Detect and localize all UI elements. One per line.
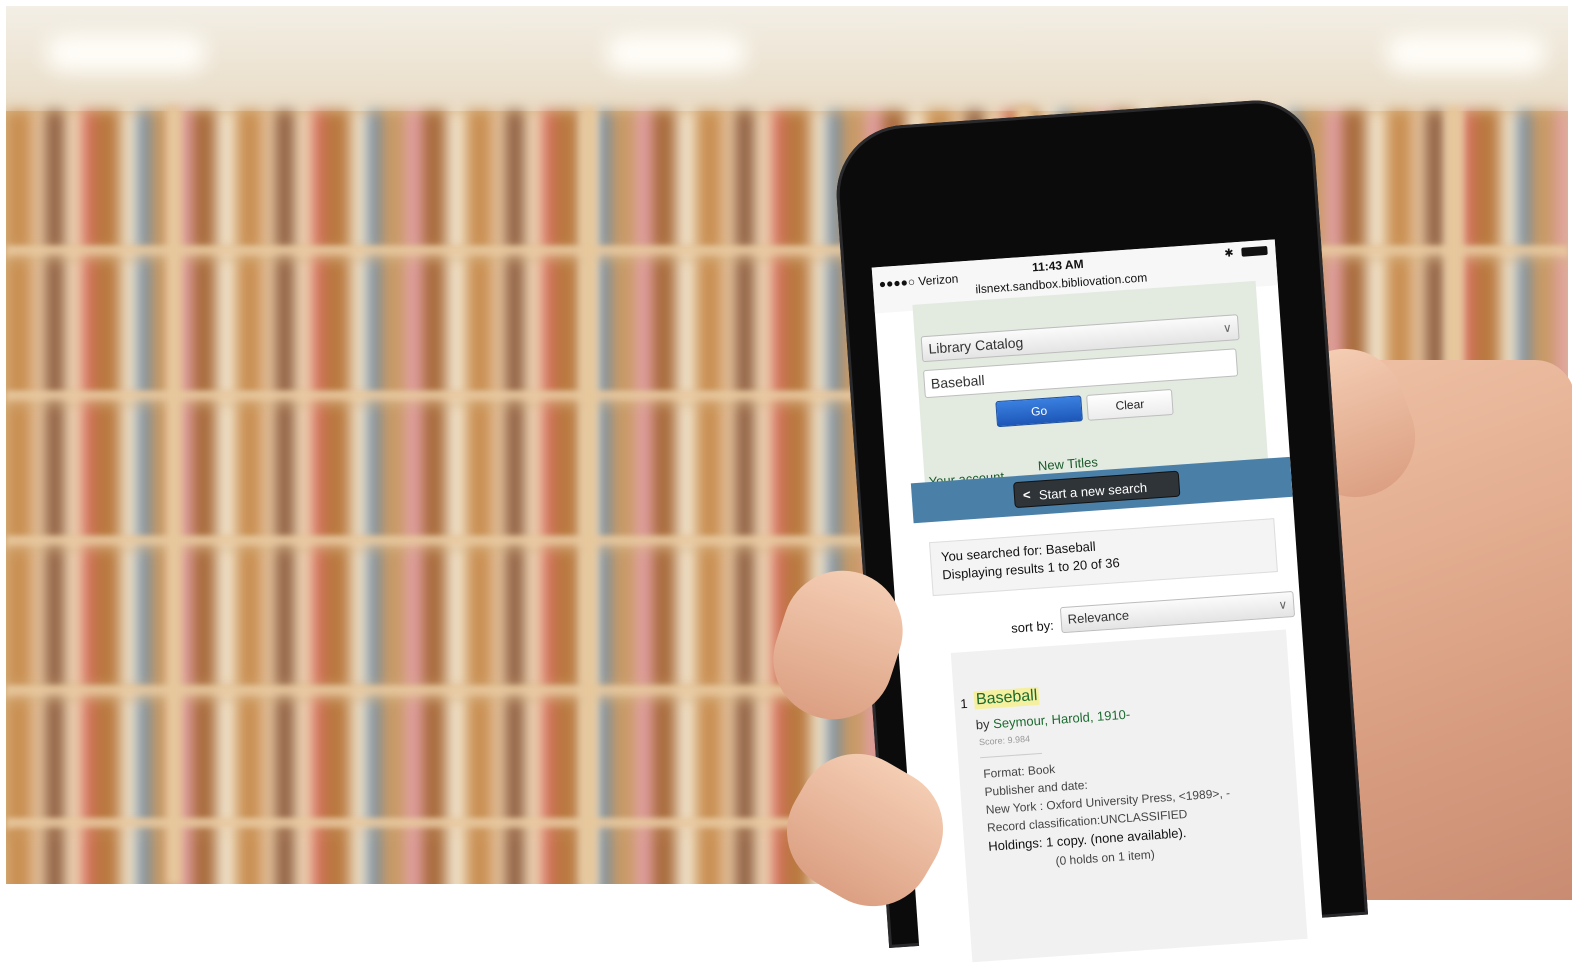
sort-select-value: Relevance: [1067, 607, 1130, 627]
catalog-select-value: Library Catalog: [927, 334, 1024, 357]
ceiling-light: [46, 34, 206, 72]
ceiling-light: [606, 34, 746, 72]
shelf-pillar: [166, 106, 182, 884]
sort-select[interactable]: Relevance ∨: [1059, 590, 1296, 634]
go-button[interactable]: Go: [995, 395, 1083, 428]
search-summary: You searched for: Baseball Displaying re…: [928, 518, 1278, 597]
result-item: 1 Baseball by Seymour, Harold, 1910- Sco…: [950, 629, 1309, 966]
clear-button[interactable]: Clear: [1086, 388, 1174, 421]
result-format: Format: Book: [982, 762, 1056, 781]
result-author-line: by Seymour, Harold, 1910-: [975, 707, 1130, 733]
start-new-search-label: Start a new search: [1038, 479, 1148, 503]
bluetooth-icon: ✱: [1223, 247, 1234, 260]
clock: 11:43 AM: [1031, 256, 1085, 275]
chevron-down-icon: ∨: [1277, 597, 1288, 612]
carrier-signal: ●●●●○ Verizon: [878, 271, 959, 292]
bookshelf-row: [6, 111, 1568, 251]
by-prefix: by: [975, 716, 991, 733]
result-publisher-label: Publisher and date:: [984, 777, 1089, 799]
result-title-link[interactable]: Baseball: [973, 686, 1040, 710]
sort-label: sort by:: [1010, 617, 1055, 636]
shelf-board: [6, 246, 1568, 258]
phone-screen: ●●●●○ Verizon 11:43 AM ilsnext.sandbox.b…: [871, 239, 1324, 966]
ceiling: [6, 6, 1568, 111]
result-holds: (0 holds on 1 item): [1055, 847, 1156, 869]
result-author-link[interactable]: Seymour, Harold, 1910-: [993, 707, 1131, 732]
shelf-pillar: [581, 106, 597, 884]
start-new-search-button[interactable]: < Start a new search: [1013, 470, 1181, 509]
battery-icon: [1241, 245, 1268, 257]
ceiling-light: [1386, 34, 1546, 72]
divider: [980, 752, 1043, 759]
chevron-down-icon: ∨: [1222, 320, 1233, 336]
chevron-left-icon: <: [1022, 487, 1032, 503]
result-score: Score: 9.984: [978, 733, 1031, 748]
result-number: 1: [959, 695, 969, 712]
